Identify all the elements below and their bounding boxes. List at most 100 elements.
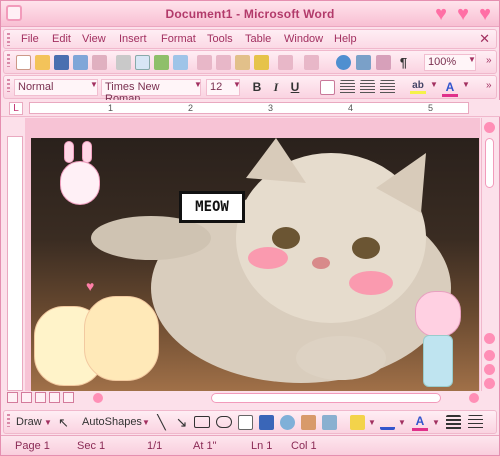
arrow-tool-icon[interactable]: ↘ [174, 415, 189, 430]
line-style-icon[interactable] [446, 415, 461, 430]
oval-tool-icon[interactable] [216, 416, 232, 428]
paste-icon[interactable] [235, 55, 250, 70]
select-browse-object-icon[interactable] [484, 364, 495, 375]
scroll-down-icon[interactable] [484, 333, 495, 344]
style-select[interactable]: Normal [14, 79, 98, 96]
highlight-icon[interactable]: ab [410, 80, 426, 94]
standard-toolbar-grip[interactable] [7, 54, 10, 67]
open-folder-icon[interactable] [35, 55, 50, 70]
formatting-options-icon[interactable]: » [486, 80, 492, 91]
maximize-heart-icon[interactable]: ♥ [453, 4, 473, 24]
permission-icon[interactable] [73, 55, 88, 70]
reading-layout-icon[interactable] [63, 392, 74, 403]
status-column: Col 1 [291, 440, 317, 452]
fill-color-dropdown-icon[interactable]: ▼ [368, 418, 376, 427]
research-icon[interactable] [173, 55, 188, 70]
next-page-icon[interactable] [484, 378, 495, 389]
menu-edit[interactable]: Edit [52, 33, 71, 45]
autoshapes-menu-button[interactable]: AutoShapes [82, 416, 142, 428]
spelling-icon[interactable] [154, 55, 169, 70]
formatting-toolbar-grip[interactable] [7, 79, 10, 92]
clip-art-icon[interactable] [301, 415, 316, 430]
wordart-icon[interactable] [259, 415, 274, 430]
minimize-heart-icon[interactable]: ♥ [431, 4, 451, 24]
rectangle-tool-icon[interactable] [194, 416, 210, 428]
show-hide-icon[interactable]: ¶ [396, 55, 411, 70]
menu-window[interactable]: Window [284, 33, 323, 45]
drawing-toolbar-grip[interactable] [7, 414, 10, 427]
bold-button[interactable]: B [249, 80, 265, 94]
tables-borders-icon[interactable] [356, 55, 371, 70]
vertical-ruler[interactable] [7, 136, 23, 391]
menu-file[interactable]: File [21, 33, 39, 45]
font-color-dropdown-icon[interactable]: ▼ [462, 80, 470, 89]
menu-grip[interactable] [7, 33, 10, 46]
line-color-dropdown-icon[interactable]: ▼ [398, 418, 406, 427]
zoom-dropdown-icon[interactable]: ▼ [468, 55, 476, 64]
underline-button[interactable]: U [287, 80, 303, 94]
menu-tools[interactable]: Tools [207, 33, 233, 45]
style-dropdown-icon[interactable]: ▼ [90, 80, 98, 89]
close-heart-icon[interactable]: ♥ [475, 4, 495, 24]
horizontal-scrollbar[interactable] [91, 391, 481, 405]
copy-icon[interactable] [216, 55, 231, 70]
previous-page-icon[interactable] [484, 350, 495, 361]
picture-icon[interactable] [322, 415, 337, 430]
align-center-icon[interactable] [340, 80, 355, 95]
align-right-icon[interactable] [360, 80, 375, 95]
diagram-icon[interactable] [280, 415, 295, 430]
vertical-scrollbar[interactable] [481, 118, 497, 391]
align-left-icon[interactable] [320, 80, 335, 95]
new-document-icon[interactable] [16, 55, 31, 70]
hugging-cats-sticker: ♥ [34, 278, 164, 391]
draw-menu-button[interactable]: Draw [16, 416, 42, 428]
drawing-font-color-dropdown-icon[interactable]: ▼ [432, 418, 440, 427]
undo-icon[interactable] [278, 55, 293, 70]
toolbar-options-icon[interactable]: » [486, 55, 492, 66]
print-preview-icon[interactable] [135, 55, 150, 70]
scroll-thumb[interactable] [485, 138, 494, 188]
outline-view-icon[interactable] [49, 392, 60, 403]
format-painter-icon[interactable] [254, 55, 269, 70]
horizontal-ruler[interactable]: L 1 2 3 4 5 [1, 100, 500, 117]
line-color-icon[interactable] [380, 415, 395, 430]
line-tool-icon[interactable]: ╲ [154, 415, 169, 430]
font-dropdown-icon[interactable]: ▼ [194, 80, 202, 89]
save-icon[interactable] [54, 55, 69, 70]
autoshapes-dropdown-icon[interactable]: ▼ [142, 418, 150, 427]
email-icon[interactable] [92, 55, 107, 70]
font-select[interactable]: Times New Roman [101, 79, 201, 105]
select-objects-icon[interactable]: ↖ [56, 415, 71, 430]
tab-selector-icon[interactable]: L [9, 102, 23, 115]
draw-dropdown-icon[interactable]: ▼ [44, 418, 52, 427]
dash-style-icon[interactable] [468, 415, 483, 430]
scroll-right-icon[interactable] [469, 393, 479, 403]
scroll-left-icon[interactable] [93, 393, 103, 403]
print-layout-icon[interactable] [35, 392, 46, 403]
hyperlink-icon[interactable] [336, 55, 351, 70]
menu-view[interactable]: View [82, 33, 106, 45]
italic-button[interactable]: I [268, 80, 284, 95]
insert-table-icon[interactable] [376, 55, 391, 70]
font-size-dropdown-icon[interactable]: ▼ [233, 80, 241, 89]
scroll-up-icon[interactable] [484, 122, 495, 133]
web-layout-icon[interactable] [21, 392, 32, 403]
justify-icon[interactable] [380, 80, 395, 95]
menu-insert[interactable]: Insert [119, 33, 147, 45]
cut-icon[interactable] [197, 55, 212, 70]
normal-view-icon[interactable] [7, 392, 18, 403]
print-icon[interactable] [116, 55, 131, 70]
fill-color-icon[interactable] [350, 415, 365, 430]
drawing-toolbar: Draw ▼ ↖ AutoShapes ▼ ╲ ↘ ▼ ▼ A ▼ [3, 410, 497, 434]
close-document-icon[interactable]: ✕ [479, 31, 490, 47]
text-box-icon[interactable] [238, 415, 253, 430]
font-color-icon[interactable]: A [442, 80, 458, 97]
menu-help[interactable]: Help [334, 33, 357, 45]
menu-table[interactable]: Table [245, 33, 271, 45]
horizontal-scroll-thumb[interactable] [211, 393, 441, 403]
menu-format[interactable]: Format [161, 33, 196, 45]
redo-icon[interactable] [304, 55, 319, 70]
view-buttons [7, 392, 91, 406]
highlight-dropdown-icon[interactable]: ▼ [430, 80, 438, 89]
drawing-font-color-icon[interactable]: A [412, 414, 428, 431]
